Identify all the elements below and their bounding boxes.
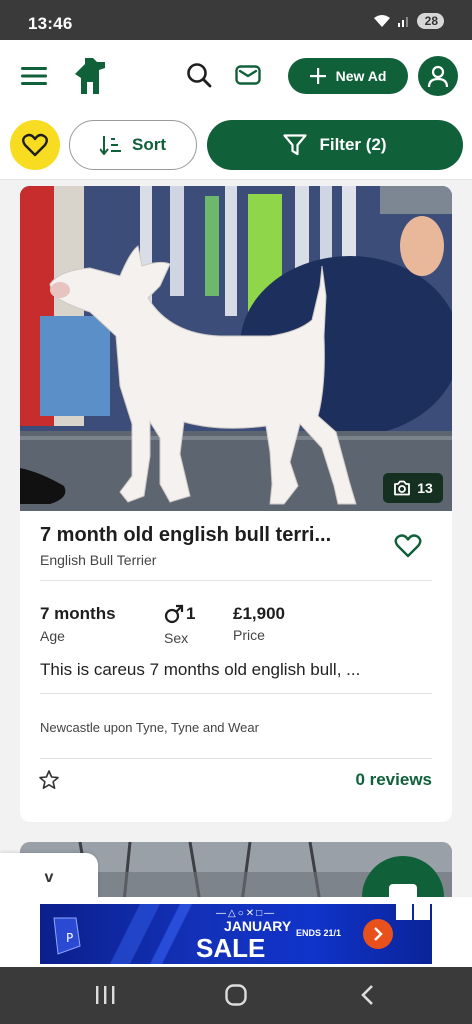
hamburger-menu-icon[interactable] [18,62,50,90]
ad-close-icon[interactable] [414,904,430,920]
price-value: £1,900 [233,604,285,623]
age-label: Age [40,628,65,644]
favorite-heart-icon[interactable] [393,531,423,561]
collapse-ad-button[interactable]: v [0,853,98,903]
ad-title-line1: JANUARY [224,918,292,934]
new-ad-button[interactable]: New Ad [288,58,408,94]
ad-arrow-icon[interactable] [363,919,393,949]
ad-ends-text: ENDS 21/1 [296,928,342,938]
age-value: 7 months [40,604,116,623]
back-icon[interactable] [360,984,376,1006]
filter-toolbar: Sort Filter (2) [0,112,472,180]
divider [40,693,432,694]
signal-icon [397,17,408,27]
battery-indicator: 28 [416,13,444,29]
listing-card[interactable]: 13 7 month old english bull terri... Eng… [20,186,452,822]
new-ad-label: New Ad [335,68,387,84]
listing-location: Newcastle upon Tyne, Tyne and Wear [40,720,259,735]
listing-breed: English Bull Terrier [40,552,157,568]
sex-label: Sex [164,630,189,646]
funnel-icon [283,134,308,156]
male-symbol-icon [164,604,184,624]
wifi-icon [373,15,390,27]
sort-button[interactable]: Sort [69,120,197,170]
app-header: New Ad [0,40,472,112]
photo-count-badge[interactable]: 13 [383,473,443,503]
svg-text:P: P [66,931,73,945]
envelope-icon[interactable] [234,62,262,88]
recent-apps-icon[interactable] [94,985,116,1005]
ad-banner[interactable]: P —△○✕□— JANUARY SALE ENDS 21/1 [40,904,432,964]
status-icons: 28 [373,13,444,29]
filter-label: Filter (2) [319,135,387,154]
plus-icon [309,68,326,84]
system-nav-bar [0,967,472,1024]
sex-count: 1 [186,604,196,623]
user-icon [427,65,449,88]
sex-value: 1 [164,604,195,624]
status-bar: 13:46 28 [0,0,472,40]
filter-button[interactable]: Filter (2) [207,120,463,170]
photo-count-text: 13 [417,480,433,496]
reviews-link[interactable]: 0 reviews [355,770,432,790]
sort-icon [100,136,121,155]
listing-description: This is careus 7 months old english bull… [40,660,361,679]
ad-title-line2: SALE [196,933,266,963]
heart-icon [22,133,48,157]
favourites-button[interactable] [10,120,60,170]
playstation-logo-icon: P [53,917,81,955]
listing-title[interactable]: 7 month old english bull terri... [40,524,380,547]
divider [40,580,432,581]
divider [40,758,432,759]
listing-photo[interactable] [20,186,452,511]
camera-icon [394,480,411,496]
status-time: 13:46 [28,14,73,33]
star-icon[interactable] [38,769,60,791]
ad-info-icons[interactable] [396,904,430,920]
sort-label: Sort [132,135,166,154]
ad-decoration [110,904,192,964]
home-icon[interactable] [224,983,248,1007]
price-label: Price [233,627,265,643]
ad-choices-icon[interactable] [396,904,412,920]
ad-area: P —△○✕□— JANUARY SALE ENDS 21/1 [0,897,472,967]
account-button[interactable] [418,56,458,96]
search-icon[interactable] [184,60,214,90]
pets4homes-logo[interactable] [72,54,108,98]
